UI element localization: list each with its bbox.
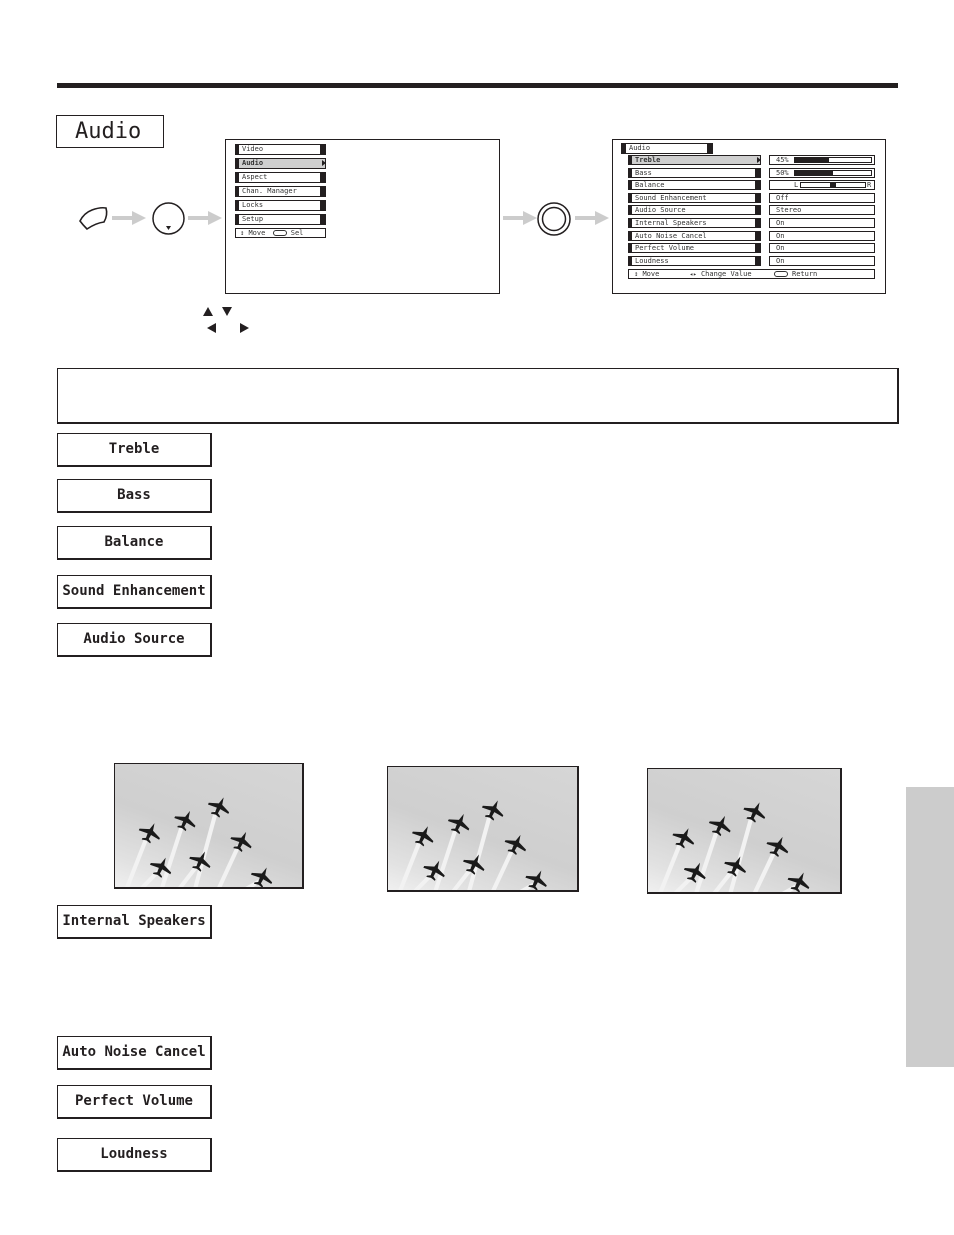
contrail: [491, 847, 515, 890]
level-bar[interactable]: [794, 169, 872, 176]
jet-icon: [189, 851, 211, 872]
audio-menu-title: Audio: [621, 143, 713, 154]
contrail: [125, 836, 149, 887]
contrail: [217, 844, 241, 887]
jet-icon: [174, 810, 196, 832]
arrow-right-icon: [503, 211, 537, 225]
jets-formation-image: [125, 797, 273, 887]
audio-menu-value[interactable]: 50%: [769, 167, 875, 178]
audio-menu-footer: ↕ Move ◂▸ Change Value Return: [628, 269, 875, 279]
feature-label-loudness: Loudness: [57, 1138, 212, 1172]
jet-icon: [207, 797, 230, 818]
audio-menu-value[interactable]: 45%: [769, 155, 875, 165]
left-right-icon: ◂▸: [689, 271, 697, 278]
audio-menu-item-selected[interactable]: Treble: [628, 155, 761, 165]
audio-menu-item[interactable]: Internal Speakers: [628, 218, 761, 228]
contrail: [728, 815, 754, 892]
contrail: [398, 839, 423, 890]
balance-knob[interactable]: [830, 183, 836, 188]
level-bar-fill: [795, 170, 833, 175]
up-down-icon: ↕: [634, 270, 639, 278]
audio-menu-value[interactable]: On: [769, 255, 875, 266]
jet-icon: [708, 815, 731, 837]
audio-menu-item[interactable]: Bass: [628, 167, 761, 178]
jet-icon: [766, 836, 789, 858]
contrail: [178, 864, 199, 887]
feature-label-treble: Treble: [57, 433, 212, 467]
contrail: [160, 824, 185, 887]
arrow-right-icon: [188, 211, 222, 225]
feature-label-perfect-volume: Perfect Volume: [57, 1085, 212, 1119]
audio-menu-item[interactable]: Balance: [628, 180, 761, 191]
top-rule: [57, 83, 898, 88]
jet-icon: [463, 854, 485, 875]
audio-menu-item[interactable]: Auto Noise Cancel: [628, 230, 761, 241]
contrail: [694, 829, 720, 892]
contrail: [193, 810, 218, 887]
balance-slider[interactable]: [800, 182, 866, 189]
note-box: [57, 368, 899, 424]
audio-menu-value[interactable]: Stereo: [769, 205, 875, 216]
jet-icon: [504, 834, 526, 856]
jet-icon: [672, 828, 695, 849]
jet-icon: [230, 831, 252, 853]
main-menu-item[interactable]: Setup: [235, 214, 326, 225]
audio-menu-item[interactable]: Loudness: [628, 255, 761, 266]
jets-formation-image: [398, 800, 547, 890]
audio-menu-screen: Audio ↕ Move ◂▸ Change Value Return Treb…: [612, 139, 886, 294]
up-down-icon: ↕: [240, 229, 245, 237]
example-photo-3: [647, 768, 842, 894]
feature-label-audio-source: Audio Source: [57, 623, 212, 657]
main-menu-item[interactable]: Chan. Manager: [235, 186, 326, 197]
audio-menu-item[interactable]: Perfect Volume: [628, 243, 761, 254]
feature-label-balance: Balance: [57, 526, 212, 560]
arrow-right-icon: [112, 211, 146, 225]
main-menu-item[interactable]: Locks: [235, 200, 326, 211]
main-menu-item-selected[interactable]: Audio: [235, 158, 326, 169]
audio-menu-item[interactable]: Sound Enhancement: [628, 192, 761, 203]
audio-menu-value[interactable]: On: [769, 243, 875, 254]
audio-menu-value[interactable]: On: [769, 230, 875, 241]
audio-menu-value[interactable]: LR: [769, 180, 875, 191]
jet-icon: [724, 856, 746, 877]
side-tab: [906, 787, 954, 1067]
feature-label-internal-speakers: Internal Speakers: [57, 905, 212, 939]
contrail: [712, 869, 735, 892]
select-button-icon: [773, 271, 788, 277]
contrail: [752, 849, 777, 892]
main-menu-item[interactable]: Video: [235, 144, 326, 155]
main-menu-screen: Video Audio Aspect Chan. Manager Locks S…: [225, 139, 500, 294]
feature-label-sound-enhancement: Sound Enhancement: [57, 575, 212, 609]
contrail: [451, 867, 473, 890]
jets-formation-image: [658, 802, 810, 892]
main-menu-item[interactable]: Aspect: [235, 172, 326, 183]
audio-menu-value[interactable]: Off: [769, 192, 875, 203]
select-button-icon: [272, 230, 287, 236]
jet-icon: [447, 813, 470, 835]
level-bar-fill: [795, 158, 830, 162]
audio-menu-item[interactable]: Audio Source: [628, 205, 761, 216]
section-title: Audio: [56, 115, 164, 148]
selected-arrow-icon: [757, 157, 761, 163]
main-menu-footer: ↕ Move Sel: [235, 228, 326, 238]
feature-label-bass: Bass: [57, 479, 212, 513]
contrail: [467, 813, 493, 890]
jet-icon: [743, 802, 766, 823]
arrow-right-icon: [575, 211, 609, 225]
feature-label-auto-noise-cancel: Auto Noise Cancel: [57, 1036, 212, 1070]
jet-icon: [412, 826, 434, 847]
selected-arrow-icon: [322, 160, 326, 166]
contrail: [433, 827, 459, 890]
jet-icon: [481, 800, 504, 821]
thumbstick-down-icon[interactable]: [151, 201, 186, 236]
example-photo-2: [387, 766, 579, 892]
menu-button-icon: [79, 206, 108, 231]
select-button-icon[interactable]: [536, 201, 572, 237]
level-bar[interactable]: [794, 157, 872, 163]
jet-icon: [138, 823, 160, 844]
audio-menu-value[interactable]: On: [769, 218, 875, 228]
contrail: [658, 841, 683, 892]
example-photo-1: [114, 763, 304, 889]
